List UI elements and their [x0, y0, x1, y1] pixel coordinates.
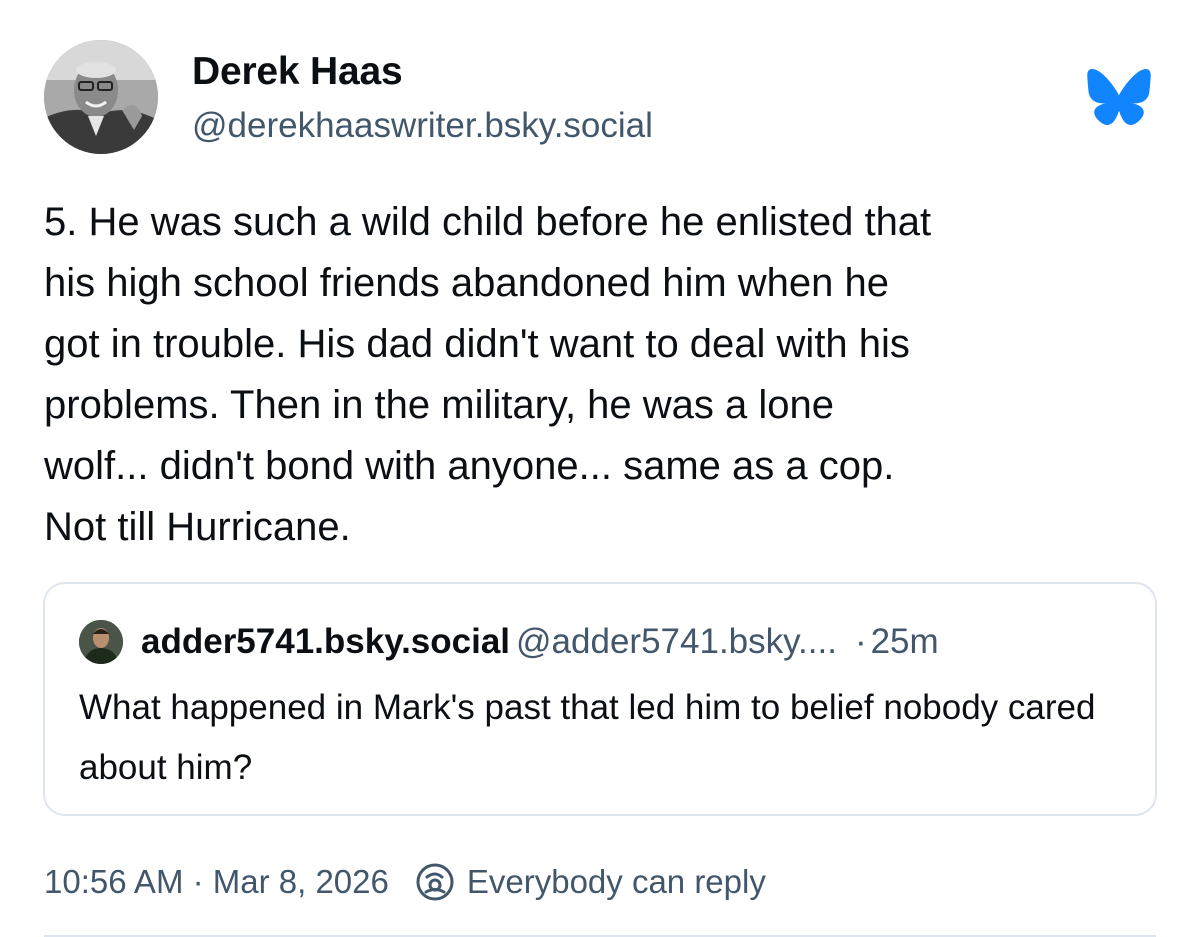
bluesky-butterfly-icon[interactable] [1086, 68, 1152, 126]
reply-setting-label[interactable]: Everybody can reply [467, 863, 766, 901]
quoted-post-header: adder5741.bsky.social @adder5741.bsky....… [141, 618, 939, 666]
everybody-reply-icon [416, 863, 454, 901]
quoted-post-time[interactable]: 25m [871, 622, 939, 661]
post-timestamp[interactable]: 10:56 AM · Mar 8, 2026 [44, 863, 389, 901]
post-text: 5. He was such a wild child before he en… [44, 200, 932, 549]
author-handle[interactable]: @derekhaaswriter.bsky.social [192, 106, 653, 146]
quoted-author-avatar[interactable] [79, 620, 123, 664]
quoted-author-display-name[interactable]: adder5741.bsky.social [141, 622, 510, 661]
author-display-name[interactable]: Derek Haas [192, 50, 403, 94]
post-thread-item: Derek Haas @derekhaaswriter.bsky.social … [0, 0, 1200, 937]
author-avatar[interactable] [44, 40, 158, 154]
quoted-post-text: What happened in Mark's past that led hi… [79, 688, 1096, 787]
quoted-separator: · [854, 622, 867, 661]
quoted-author-handle[interactable]: @adder5741.bsky.... [516, 622, 837, 661]
post-footer: 10:56 AM · Mar 8, 2026 Everybody can rep… [44, 858, 766, 906]
quoted-post-card[interactable]: adder5741.bsky.social @adder5741.bsky....… [43, 582, 1157, 816]
